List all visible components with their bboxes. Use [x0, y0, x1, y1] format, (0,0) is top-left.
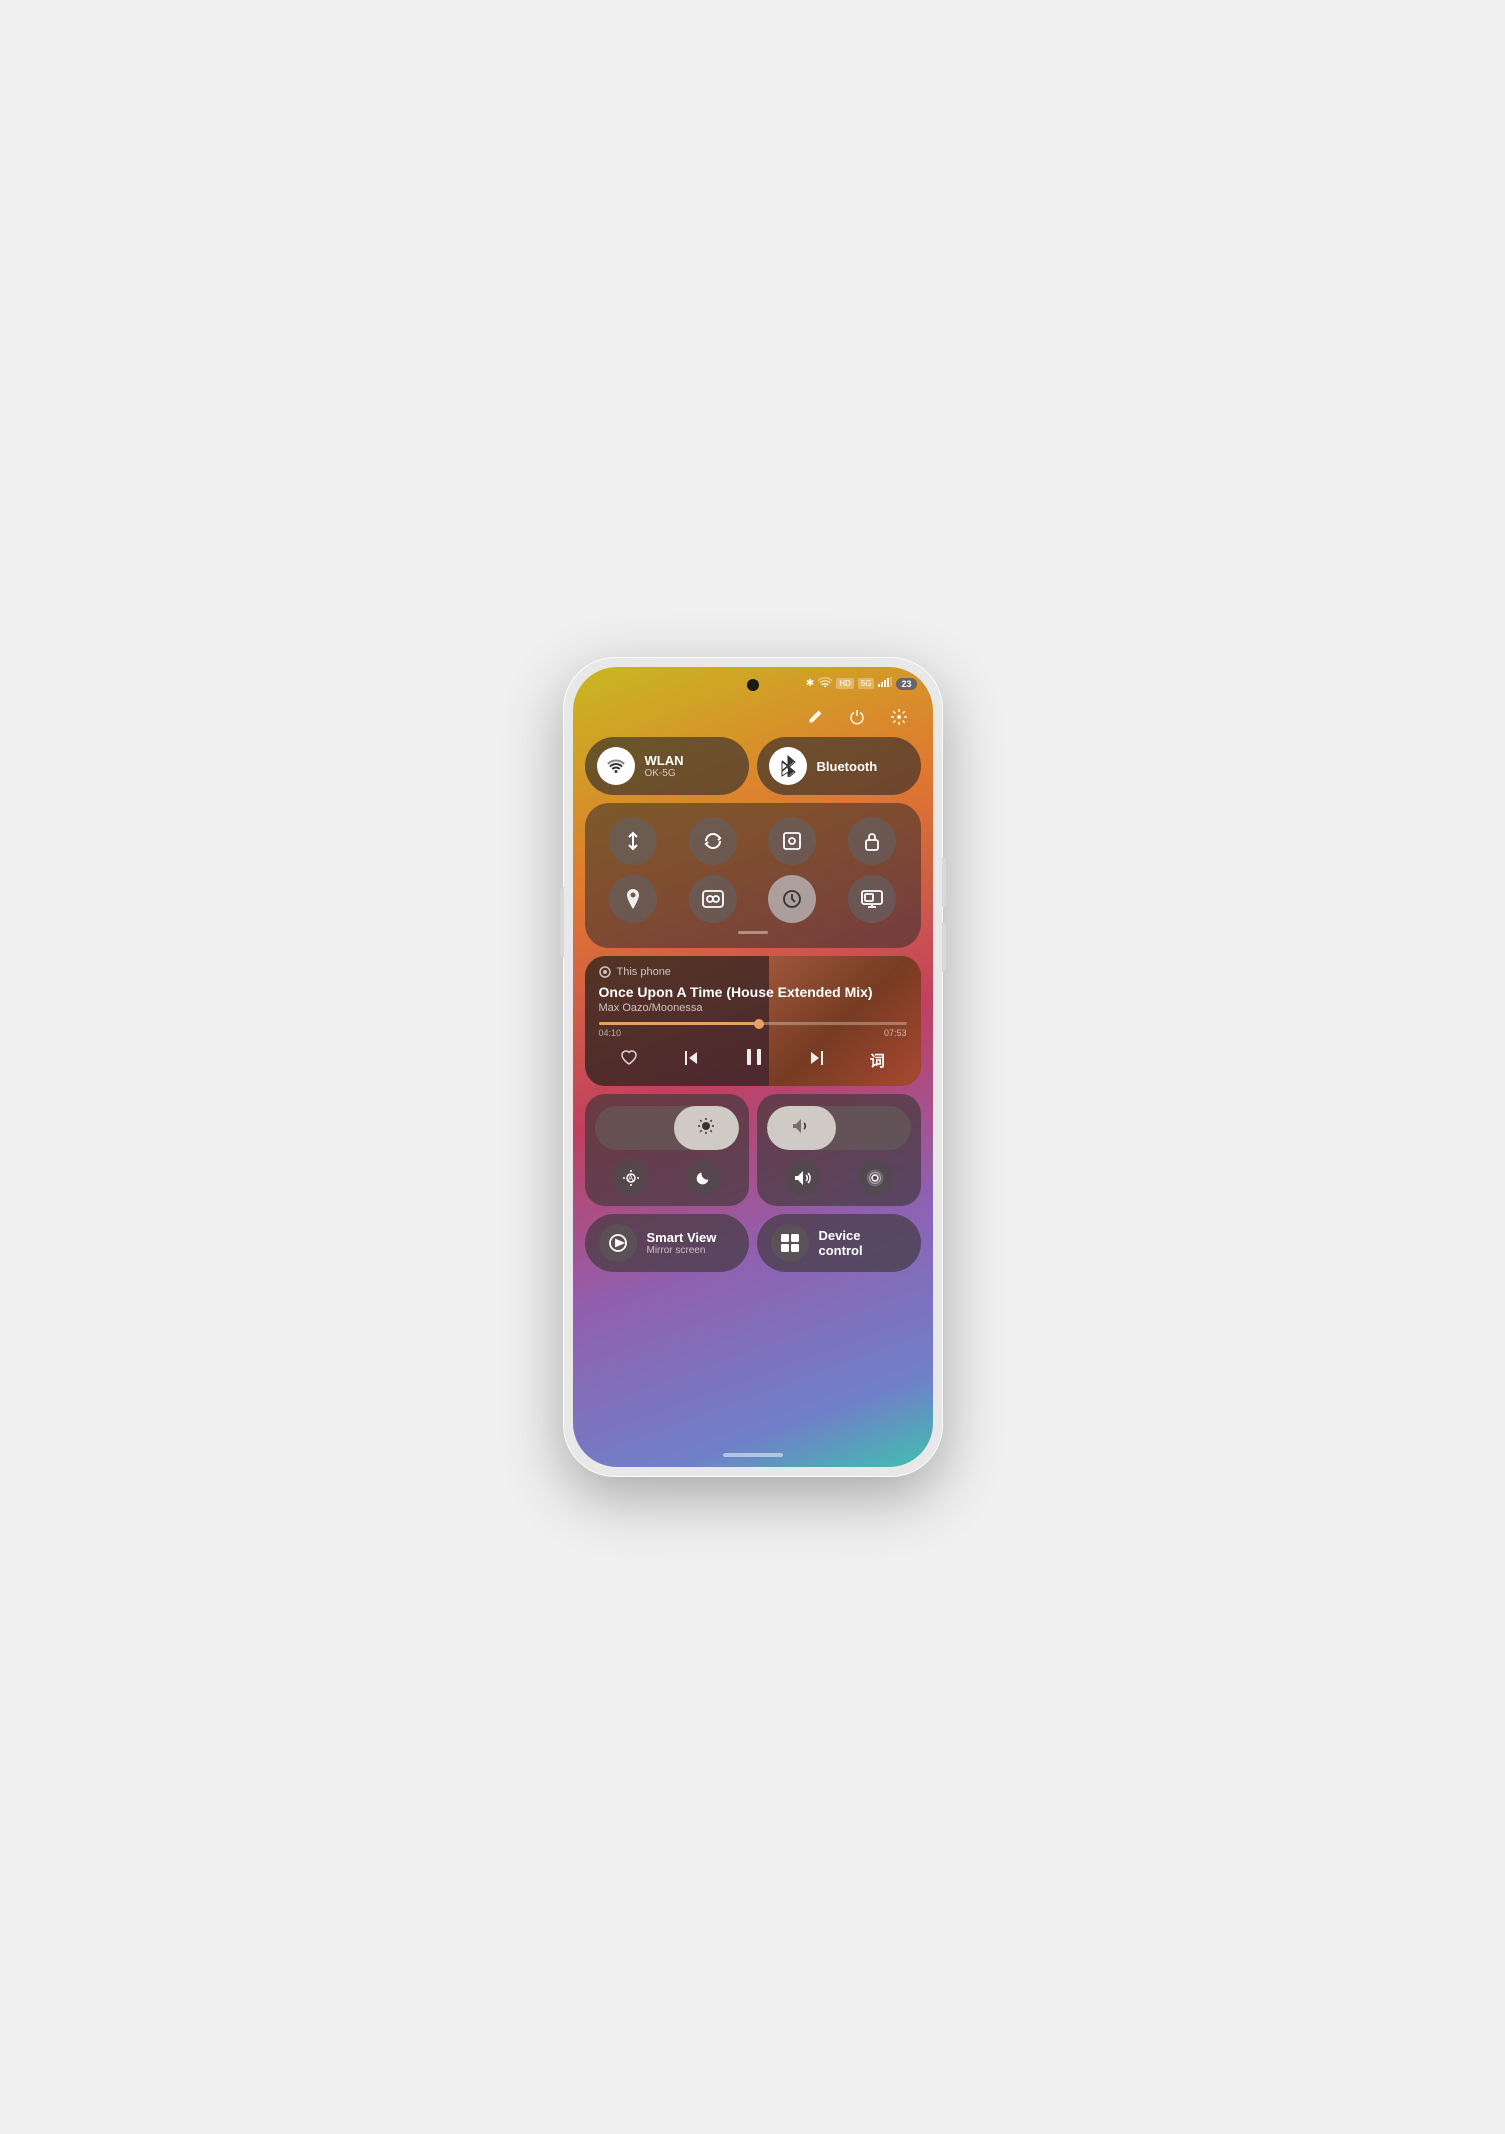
screenshot-button[interactable] — [768, 817, 816, 865]
wlan-icon-circle — [597, 747, 635, 785]
night-mode-button[interactable] — [685, 1160, 721, 1196]
sync-button[interactable] — [689, 817, 737, 865]
like-button[interactable] — [620, 1050, 638, 1071]
lock-rotate-button[interactable] — [848, 817, 896, 865]
power-off-button[interactable] — [843, 703, 871, 731]
auto-brightness-button[interactable]: A — [613, 1160, 649, 1196]
brightness-fill — [674, 1106, 739, 1150]
brightness-card: A — [585, 1094, 749, 1206]
wlan-label: WLAN — [645, 753, 684, 768]
media-song-title: Once Upon A Time (House Extended Mix) — [599, 984, 907, 1000]
media-controls: 词 — [599, 1046, 907, 1074]
location-button[interactable] — [609, 875, 657, 923]
hd-icon: HD — [836, 678, 854, 689]
volume-down-button[interactable] — [942, 922, 946, 972]
icon-grid-container — [585, 803, 921, 948]
sound-mode-button[interactable] — [785, 1160, 821, 1196]
smart-view-icon — [599, 1224, 637, 1262]
volume-card — [757, 1094, 921, 1206]
clock-button[interactable] — [768, 875, 816, 923]
top-controls — [801, 703, 913, 731]
bluetooth-toggle[interactable]: Bluetooth — [757, 737, 921, 795]
progress-thumb — [754, 1019, 764, 1029]
drag-handle — [738, 931, 768, 934]
icon-grid — [599, 817, 907, 923]
media-content: This phone Once Upon A Time (House Exten… — [585, 956, 921, 1086]
vibrate-button[interactable] — [857, 1160, 893, 1196]
next-button[interactable] — [808, 1049, 826, 1072]
brightness-sub-icons: A — [595, 1160, 739, 1196]
home-indicator[interactable] — [723, 1453, 783, 1457]
previous-button[interactable] — [682, 1049, 700, 1072]
volume-fill — [767, 1106, 836, 1150]
brightness-slider-icon — [697, 1117, 715, 1140]
bluetooth-text: Bluetooth — [817, 759, 878, 774]
sliders-row: A — [585, 1094, 921, 1206]
progress-track — [599, 1022, 907, 1025]
settings-button[interactable] — [885, 703, 913, 731]
smart-view-sublabel: Mirror screen — [647, 1245, 717, 1256]
device-control-icon — [771, 1224, 809, 1262]
device-control-text: Device control — [819, 1228, 907, 1258]
media-player: This phone Once Upon A Time (House Exten… — [585, 956, 921, 1086]
svg-text:A: A — [628, 1174, 634, 1183]
media-song-artist: Max Oazo/Moonessa — [599, 1002, 907, 1014]
lyrics-button[interactable]: 词 — [870, 1050, 885, 1071]
volume-up-button[interactable] — [942, 857, 946, 907]
wifi-status-icon — [818, 677, 832, 690]
bottom-tiles: Smart View Mirror screen De — [585, 1214, 921, 1272]
media-source: This phone — [599, 966, 907, 978]
progress-fill — [599, 1022, 759, 1025]
pause-button[interactable] — [743, 1046, 765, 1074]
dolby-button[interactable] — [689, 875, 737, 923]
edit-button[interactable] — [801, 703, 829, 731]
status-bar: ✱ HD 5G 23 — [806, 677, 917, 690]
bluetooth-status-icon: ✱ — [806, 678, 814, 689]
volume-sub-icons — [767, 1160, 911, 1196]
smart-view-text: Smart View Mirror screen — [647, 1230, 717, 1256]
progress-bar-container[interactable]: 04:10 07:53 — [599, 1022, 907, 1038]
power-button[interactable] — [560, 887, 564, 957]
time-labels: 04:10 07:53 — [599, 1028, 907, 1038]
quick-toggles-row: WLAN OK-5G B — [585, 737, 921, 795]
bluetooth-icon-circle — [769, 747, 807, 785]
smart-view-label: Smart View — [647, 1230, 717, 1245]
camera-notch — [747, 679, 759, 691]
device-control-label: Device control — [819, 1228, 907, 1258]
wlan-text: WLAN OK-5G — [645, 753, 684, 779]
brightness-slider[interactable] — [595, 1106, 739, 1150]
total-time: 07:53 — [884, 1028, 907, 1038]
data-transfer-button[interactable] — [609, 817, 657, 865]
battery-indicator: 23 — [896, 678, 916, 690]
cast-screen-button[interactable] — [848, 875, 896, 923]
media-source-label: This phone — [617, 966, 671, 978]
wlan-toggle[interactable]: WLAN OK-5G — [585, 737, 749, 795]
phone-frame: ✱ HD 5G 23 — [563, 657, 943, 1477]
current-time: 04:10 — [599, 1028, 622, 1038]
bluetooth-label: Bluetooth — [817, 759, 878, 774]
smart-view-tile[interactable]: Smart View Mirror screen — [585, 1214, 749, 1272]
wlan-sublabel: OK-5G — [645, 768, 684, 779]
volume-slider-icon — [792, 1117, 810, 1140]
phone-screen: ✱ HD 5G 23 — [573, 667, 933, 1467]
volume-slider[interactable] — [767, 1106, 911, 1150]
control-panel: WLAN OK-5G B — [585, 737, 921, 1447]
device-control-tile[interactable]: Device control — [757, 1214, 921, 1272]
network-icon: 5G — [858, 678, 875, 689]
signal-icon — [878, 677, 892, 690]
